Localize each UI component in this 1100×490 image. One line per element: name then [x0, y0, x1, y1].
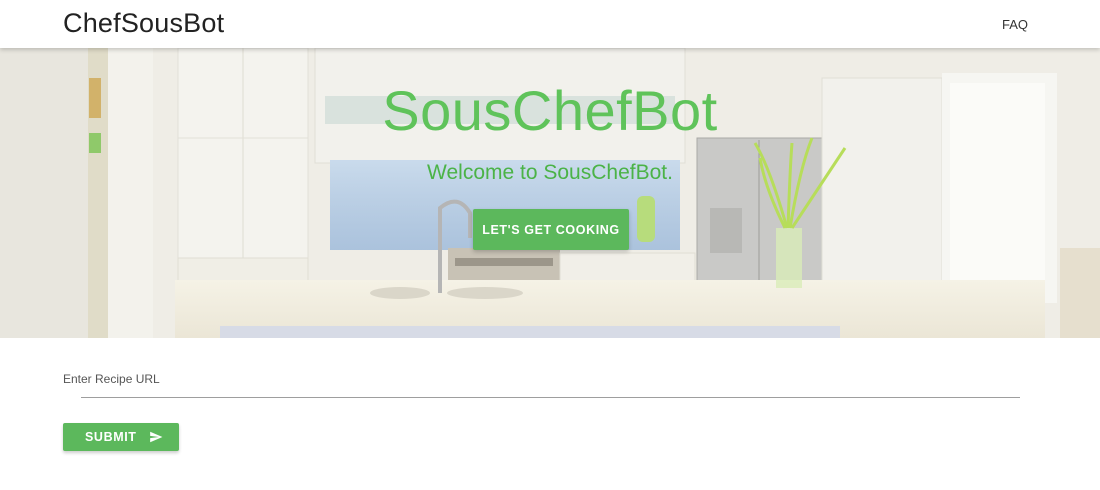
- send-icon: [149, 431, 162, 443]
- nav-faq-link[interactable]: FAQ: [1002, 17, 1028, 32]
- submit-button-label: SUBMIT: [85, 430, 137, 444]
- recipe-url-label: Enter Recipe URL: [63, 372, 160, 386]
- hero-title: SousChefBot: [382, 79, 718, 142]
- hero-subtitle: Welcome to SousChefBot.: [427, 161, 673, 184]
- top-navbar: ChefSousBot FAQ: [0, 0, 1100, 48]
- brand-logo-link[interactable]: ChefSousBot: [63, 8, 224, 39]
- recipe-url-input[interactable]: [81, 386, 1020, 398]
- submit-button[interactable]: SUBMIT: [63, 423, 179, 451]
- get-cooking-button[interactable]: LET'S GET COOKING: [473, 209, 629, 250]
- hero-banner: SousChefBot Welcome to SousChefBot. LET'…: [0, 48, 1100, 338]
